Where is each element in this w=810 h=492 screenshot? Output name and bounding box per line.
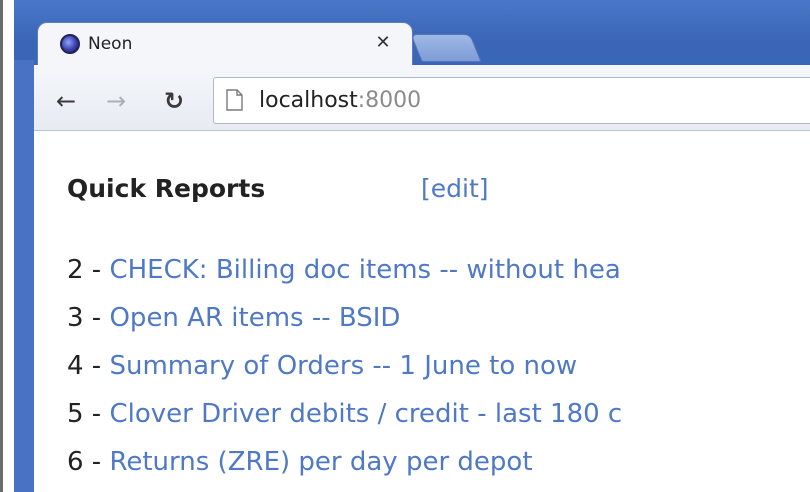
report-link[interactable]: Clover Driver debits / credit - last 180… bbox=[109, 399, 622, 429]
report-separator: - bbox=[83, 351, 110, 381]
report-list: 2 - CHECK: Billing doc items -- without … bbox=[67, 252, 810, 492]
list-item: 4 - Summary of Orders -- 1 June to now bbox=[67, 348, 810, 396]
window-edge bbox=[0, 0, 3, 492]
report-link[interactable]: Open AR items -- BSID bbox=[109, 303, 400, 333]
report-number: 5 bbox=[67, 399, 84, 429]
browser-toolbar: ← → ↻ localhost:8000 bbox=[34, 65, 810, 131]
page-icon bbox=[226, 89, 243, 111]
report-separator: - bbox=[83, 399, 110, 429]
tab-title: Neon bbox=[88, 34, 133, 54]
url-text[interactable]: localhost:8000 bbox=[259, 88, 421, 114]
page-title: Quick Reports bbox=[67, 174, 266, 203]
forward-arrow-icon[interactable]: → bbox=[102, 87, 130, 115]
reload-icon[interactable]: ↻ bbox=[160, 87, 188, 115]
url-host: localhost bbox=[259, 88, 358, 113]
url-port: :8000 bbox=[357, 88, 422, 113]
report-link[interactable]: CHECK: Billing doc items -- without hea bbox=[109, 255, 620, 285]
report-link[interactable]: Summary of Orders -- 1 June to now bbox=[109, 351, 577, 381]
browser-window-border bbox=[14, 60, 34, 492]
report-number: 6 bbox=[67, 447, 84, 477]
report-separator: - bbox=[83, 255, 110, 285]
report-number: 3 bbox=[67, 303, 84, 333]
report-separator: - bbox=[83, 303, 110, 333]
browser-tab[interactable]: Neon ✕ bbox=[37, 22, 413, 66]
list-item: 5 - Clover Driver debits / credit - last… bbox=[67, 396, 810, 444]
list-item: 3 - Open AR items -- BSID bbox=[67, 300, 810, 348]
new-tab-button[interactable] bbox=[410, 34, 482, 62]
list-item: 2 - CHECK: Billing doc items -- without … bbox=[67, 252, 810, 300]
page-content: Quick Reports [edit] 2 - CHECK: Billing … bbox=[34, 131, 810, 492]
address-bar[interactable]: localhost:8000 bbox=[213, 77, 810, 124]
report-number: 2 bbox=[67, 255, 84, 285]
close-icon[interactable]: ✕ bbox=[371, 31, 395, 55]
neon-favicon-icon bbox=[60, 34, 80, 54]
report-number: 4 bbox=[67, 351, 84, 381]
back-arrow-icon[interactable]: ← bbox=[52, 87, 80, 115]
report-link[interactable]: Returns (ZRE) per day per depot bbox=[109, 447, 532, 477]
screenshot-frame: Neon ✕ ← → ↻ localhost:8000 Quick Report… bbox=[0, 0, 810, 492]
list-item: 6 - Returns (ZRE) per day per depot bbox=[67, 444, 810, 492]
edit-link[interactable]: [edit] bbox=[421, 174, 489, 203]
report-separator: - bbox=[83, 447, 110, 477]
